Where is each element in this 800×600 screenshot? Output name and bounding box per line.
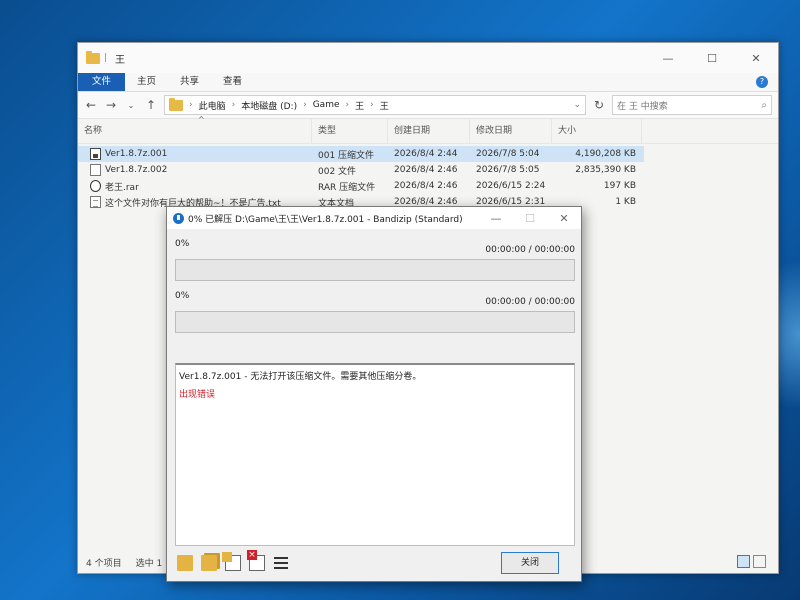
explorer-titlebar[interactable]: | 王 — ☐ ✕ [78, 43, 778, 73]
minimize-button[interactable]: — [479, 212, 513, 225]
maximize-button[interactable]: ☐ [690, 52, 734, 65]
toolbar [167, 550, 289, 571]
progress-percent: 0% [175, 239, 190, 249]
address-dropdown-icon[interactable]: ⌄ [573, 100, 581, 110]
file-modified: 2026/6/15 2:24 [476, 181, 546, 191]
error-message: 出现错误 [179, 390, 216, 400]
file-row[interactable]: Ver1.8.7z.001 001 压缩文件 2026/8/4 2:44 202… [78, 146, 644, 162]
dialog-window-controls: — ☐ ✕ [479, 212, 581, 225]
file-size: 2,835,390 KB [575, 165, 636, 175]
menu-icon[interactable] [273, 555, 289, 571]
details-view-icon[interactable] [737, 555, 750, 568]
forward-arrow-icon[interactable]: → [104, 98, 118, 112]
breadcrumb-drive[interactable]: 本地磁盘 (D:) [241, 99, 297, 112]
progress-time: 00:00:00 / 00:00:00 [485, 297, 575, 307]
log-output[interactable]: Ver1.8.7z.001 - 无法打开该压缩文件。需要其他压缩分卷。 出现错误 [175, 363, 575, 546]
dialog-title: 0% 已解压 D:\Game\王\王\Ver1.8.7z.001 - Bandi… [188, 214, 463, 225]
chevron-right-icon: › [345, 100, 350, 110]
refresh-icon[interactable]: ↻ [592, 98, 606, 112]
file-created: 2026/8/4 2:46 [394, 165, 458, 175]
window-title: 王 [115, 54, 126, 66]
quick-access-toolbar: | [78, 50, 108, 64]
breadcrumb-game[interactable]: Game [313, 100, 340, 110]
close-dialog-button[interactable]: 关闭 [501, 552, 559, 574]
column-type[interactable]: 类型 [312, 119, 388, 143]
extract-folder-icon[interactable] [201, 555, 217, 571]
file-created: 2026/8/4 2:44 [394, 149, 458, 159]
copy-icon[interactable] [222, 552, 241, 571]
maximize-button[interactable]: ☐ [513, 212, 547, 225]
sort-up-icon: ^ [198, 115, 205, 124]
breadcrumb-this-pc[interactable]: 此电脑 [199, 99, 226, 112]
progress-section-1: 0% 00:00:00 / 00:00:00 [167, 239, 581, 281]
file-created: 2026/8/4 2:46 [394, 181, 458, 191]
navigation-bar: ← → ⌄ ↑ › 此电脑 › 本地磁盘 (D:) › Game › 王 › 王… [78, 92, 778, 119]
open-folder-icon[interactable] [177, 555, 193, 571]
dialog-footer: 关闭 [167, 545, 581, 581]
file-name: Ver1.8.7z.001 [105, 149, 168, 159]
window-controls: — ☐ ✕ [646, 52, 778, 65]
close-button[interactable]: ✕ [547, 212, 581, 225]
archive-icon [90, 148, 101, 160]
tab-share[interactable]: 共享 [168, 73, 211, 91]
chevron-down-icon[interactable]: ⌄ [124, 101, 138, 110]
ribbon-tabs: 文件 主页 共享 查看 ? [78, 73, 778, 92]
file-type: RAR 压缩文件 [318, 182, 376, 193]
file-name: 老王.rar [105, 182, 139, 193]
chevron-right-icon: › [231, 100, 236, 110]
tab-file[interactable]: 文件 [78, 73, 126, 91]
large-icons-view-icon[interactable] [753, 555, 766, 568]
file-size: 197 KB [603, 181, 636, 191]
breadcrumb-wang-current[interactable]: 王 [380, 99, 389, 112]
column-created[interactable]: 创建日期 [388, 119, 470, 143]
progress-bar [175, 259, 575, 281]
close-button[interactable]: ✕ [734, 52, 778, 65]
progress-bar [175, 311, 575, 333]
folder-icon [86, 50, 100, 64]
tab-home[interactable]: 主页 [125, 73, 168, 91]
file-name: Ver1.8.7z.002 [105, 165, 168, 175]
file-type: 002 文件 [318, 166, 357, 177]
bandizip-extract-dialog: 0% 已解压 D:\Game\王\王\Ver1.8.7z.001 - Bandi… [166, 206, 582, 582]
address-bar[interactable]: › 此电脑 › 本地磁盘 (D:) › Game › 王 › 王 ⌄ [164, 95, 586, 115]
selected-count: 选中 1 [135, 558, 163, 569]
item-count: 4 个项目 [86, 558, 122, 569]
file-size: 4,190,208 KB [575, 149, 636, 159]
dialog-titlebar[interactable]: 0% 已解压 D:\Game\王\王\Ver1.8.7z.001 - Bandi… [167, 207, 581, 229]
file-modified: 2026/7/8 5:05 [476, 165, 540, 175]
progress-percent: 0% [175, 291, 190, 301]
folder-icon [169, 97, 183, 111]
search-input[interactable]: 在 王 中搜索 ⌕ [612, 95, 772, 115]
file-type: 001 压缩文件 [318, 150, 375, 161]
up-arrow-icon[interactable]: ↑ [144, 98, 158, 112]
help-icon[interactable]: ? [756, 76, 768, 88]
chevron-right-icon: › [189, 100, 193, 110]
file-modified: 2026/7/8 5:04 [476, 149, 540, 159]
chevron-right-icon: › [303, 100, 307, 110]
search-placeholder: 在 王 中搜索 [617, 101, 668, 112]
tab-view[interactable]: 查看 [211, 73, 254, 91]
log-message: Ver1.8.7z.001 - 无法打开该压缩文件。需要其他压缩分卷。 [179, 372, 422, 382]
quick-access-separator: | [104, 53, 108, 63]
file-icon [90, 164, 101, 176]
file-row[interactable]: Ver1.8.7z.002 002 文件 2026/8/4 2:46 2026/… [78, 162, 778, 178]
column-size[interactable]: 大小 [552, 119, 642, 143]
file-list: Ver1.8.7z.001 001 压缩文件 2026/8/4 2:44 202… [78, 144, 778, 210]
minimize-button[interactable]: — [646, 52, 690, 65]
progress-section-2: 0% 00:00:00 / 00:00:00 [167, 291, 581, 333]
breadcrumb-wang[interactable]: 王 [355, 99, 364, 112]
column-modified[interactable]: 修改日期 [470, 119, 552, 143]
text-file-icon [90, 196, 101, 208]
search-icon: ⌕ [761, 99, 767, 111]
rar-icon [90, 180, 101, 192]
file-row[interactable]: 老王.rar RAR 压缩文件 2026/8/4 2:46 2026/6/15 … [78, 178, 778, 194]
bandizip-icon [173, 212, 184, 224]
column-headers: ^ 名称 类型 创建日期 修改日期 大小 [78, 115, 778, 144]
delete-icon[interactable] [247, 550, 265, 571]
back-arrow-icon[interactable]: ← [84, 98, 98, 112]
column-name[interactable]: 名称 [78, 119, 312, 143]
progress-time: 00:00:00 / 00:00:00 [485, 245, 575, 255]
chevron-right-icon: › [370, 100, 374, 110]
